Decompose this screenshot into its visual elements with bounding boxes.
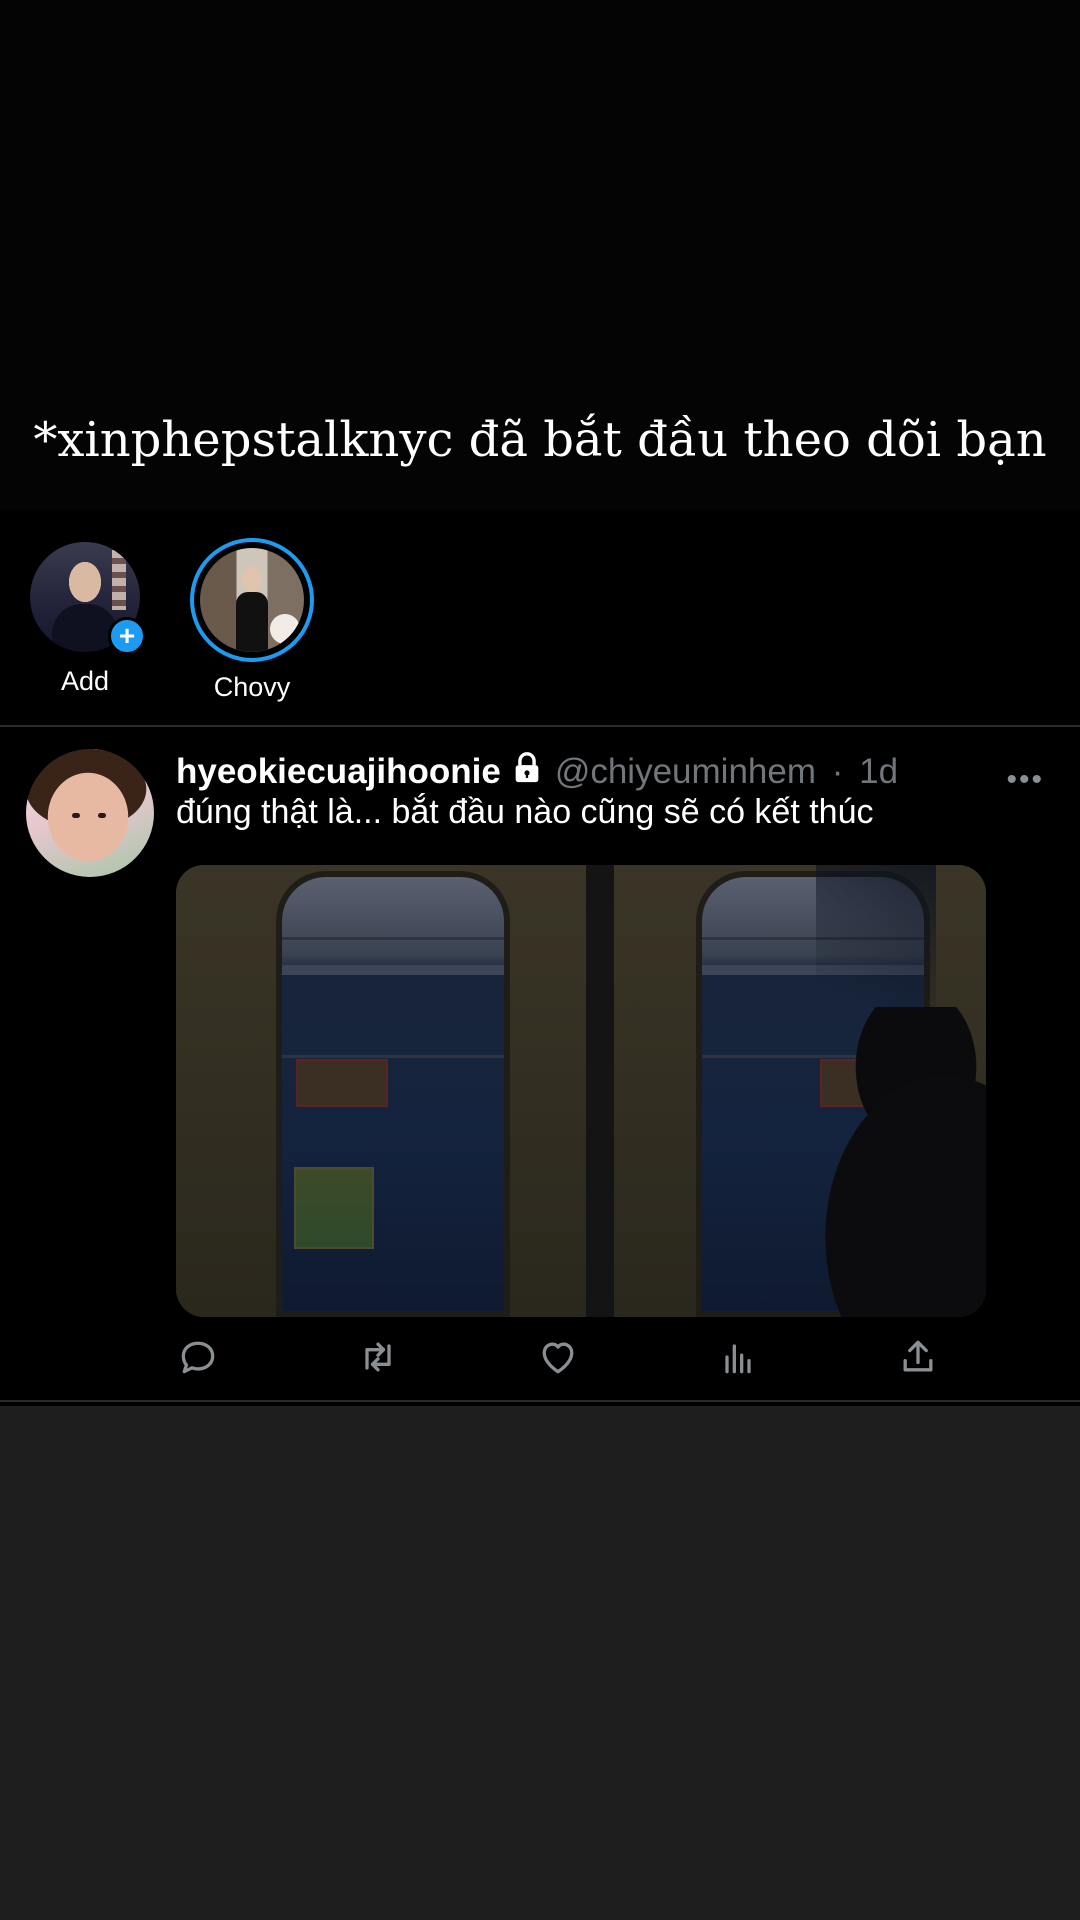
story-chovy[interactable]: Chovy: [190, 538, 314, 703]
fleets-bar: Add Chovy: [0, 510, 1080, 725]
divider: [0, 1400, 1080, 1402]
tweet-header: hyeokiecuajihoonie @chiyeuminhem · 1d: [176, 751, 898, 794]
timestamp[interactable]: 1d: [859, 752, 898, 791]
tweet-actions: [176, 1335, 956, 1385]
display-name[interactable]: hyeokiecuajihoonie: [176, 752, 501, 791]
story-add-label: Add: [60, 666, 110, 696]
reply-icon[interactable]: [176, 1335, 220, 1379]
story-ring: [190, 538, 314, 662]
story-chovy-label: Chovy: [213, 672, 291, 702]
bottom-blank-area: [0, 1406, 1080, 1920]
like-icon[interactable]: [536, 1335, 580, 1379]
handle[interactable]: @chiyeuminhem: [555, 752, 816, 791]
chovy-avatar: [200, 548, 304, 652]
separator: ·: [831, 752, 844, 791]
lock-icon: [509, 751, 545, 794]
retweet-icon[interactable]: [356, 1335, 400, 1379]
notification-caption: *xinphepstalknyc đã bắt đầu theo dõi bạn: [33, 412, 1047, 468]
tweet[interactable]: hyeokiecuajihoonie @chiyeuminhem · 1d •••…: [0, 727, 1080, 1402]
analytics-icon[interactable]: [716, 1335, 760, 1379]
tweet-text: đúng thật là... bắt đầu nào cũng sẽ có k…: [176, 793, 874, 831]
top-overlay-area: *xinphepstalknyc đã bắt đầu theo dõi bạn: [0, 0, 1080, 510]
more-icon[interactable]: •••: [1006, 763, 1044, 797]
plus-icon[interactable]: +: [108, 617, 146, 655]
tweet-author-avatar[interactable]: [26, 749, 154, 877]
share-icon[interactable]: [896, 1335, 940, 1379]
tweet-media[interactable]: [176, 865, 986, 1317]
